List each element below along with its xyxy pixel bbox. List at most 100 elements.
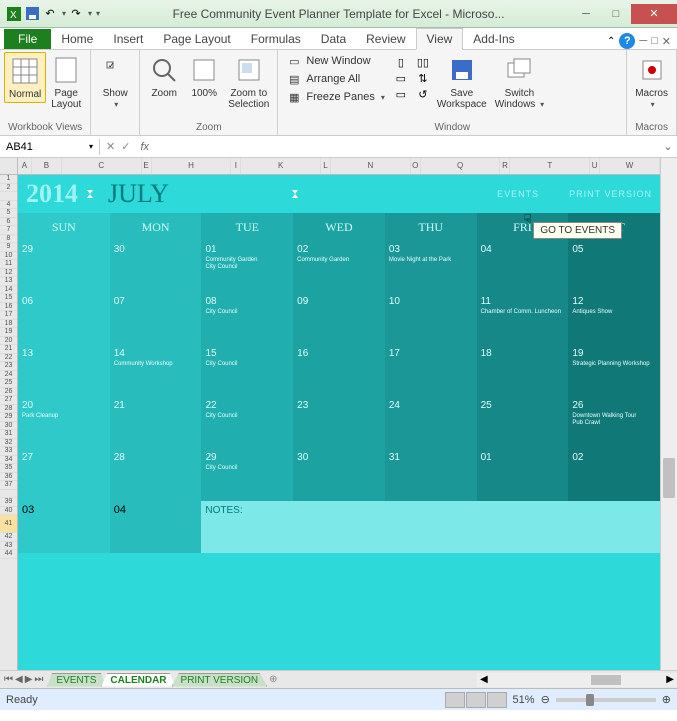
vertical-scrollbar[interactable]: [660, 158, 677, 670]
row-header[interactable]: 2: [0, 184, 17, 193]
row-header[interactable]: 35: [0, 464, 17, 473]
split-icon[interactable]: ▯: [393, 54, 409, 70]
row-header[interactable]: 16: [0, 303, 17, 312]
calendar-cell[interactable]: 28: [110, 449, 202, 501]
calendar-cell[interactable]: 04: [110, 501, 202, 553]
row-header[interactable]: 15: [0, 294, 17, 303]
col-header[interactable]: Q: [421, 158, 501, 174]
calendar-cell[interactable]: 16: [293, 345, 385, 397]
undo-dropdown[interactable]: ▾: [62, 9, 66, 18]
notes-box[interactable]: NOTES:: [201, 501, 660, 553]
calendar-cell[interactable]: 22City Council: [201, 397, 293, 449]
tab-nav-prev[interactable]: ◀: [15, 674, 23, 685]
window-minimize-icon[interactable]: ─: [639, 35, 647, 47]
new-window-button[interactable]: ▭New Window: [282, 52, 389, 70]
tab-nav-next[interactable]: ▶: [25, 674, 33, 685]
calendar-cell[interactable]: 21: [110, 397, 202, 449]
tab-nav-first[interactable]: ⏮: [4, 674, 13, 685]
undo-icon[interactable]: ↶: [42, 6, 58, 22]
col-header[interactable]: B: [32, 158, 62, 174]
row-header[interactable]: 17: [0, 311, 17, 320]
calendar-cell[interactable]: 27: [18, 449, 110, 501]
row-header[interactable]: 44: [0, 550, 17, 559]
col-header[interactable]: R: [500, 158, 510, 174]
zoom-slider[interactable]: [556, 698, 656, 702]
calendar-cell[interactable]: 31: [385, 449, 477, 501]
calendar-cell[interactable]: 08City Council: [201, 293, 293, 345]
row-header[interactable]: 24: [0, 371, 17, 380]
page-layout-button[interactable]: Page Layout: [46, 52, 86, 112]
tab-formulas[interactable]: Formulas: [241, 29, 311, 49]
freeze-panes-button[interactable]: ▦Freeze Panes▾: [282, 88, 389, 106]
row-header[interactable]: 8: [0, 235, 17, 244]
formula-input[interactable]: [153, 139, 659, 155]
row-header[interactable]: 43: [0, 542, 17, 551]
close-button[interactable]: ✕: [631, 4, 677, 24]
tab-home[interactable]: Home: [51, 29, 103, 49]
col-header[interactable]: O: [411, 158, 421, 174]
hide-icon[interactable]: ▭: [393, 70, 409, 86]
calendar-cell[interactable]: 19Strategic Planning Workshop: [568, 345, 660, 397]
row-header[interactable]: 37: [0, 481, 17, 490]
tab-page-layout[interactable]: Page Layout: [153, 29, 240, 49]
calendar-cell[interactable]: 14Community Workshop: [110, 345, 202, 397]
calendar-cell[interactable]: 09: [293, 293, 385, 345]
row-header[interactable]: 1: [0, 175, 17, 184]
calendar-cell[interactable]: 26Downtown Walking TourPub Crawl: [568, 397, 660, 449]
sync-scroll-icon[interactable]: ⇅: [415, 70, 431, 86]
col-header[interactable]: K: [241, 158, 321, 174]
zoom-selection-button[interactable]: Zoom to Selection: [224, 52, 273, 112]
col-header[interactable]: N: [331, 158, 411, 174]
minimize-button[interactable]: ─: [571, 4, 601, 24]
save-workspace-button[interactable]: Save Workspace: [433, 52, 491, 112]
unhide-icon[interactable]: ▭: [393, 86, 409, 102]
col-header[interactable]: C: [62, 158, 142, 174]
row-header[interactable]: 42: [0, 533, 17, 542]
calendar-cell[interactable]: 03Movie Night at the Park: [385, 241, 477, 293]
tab-nav-last[interactable]: ⏭: [34, 674, 43, 685]
calendar-cell[interactable]: 15City Council: [201, 345, 293, 397]
col-header[interactable]: E: [142, 158, 152, 174]
calendar-cell[interactable]: 29: [18, 241, 110, 293]
row-header[interactable]: 4: [0, 201, 17, 210]
calendar-cell[interactable]: 04: [477, 241, 569, 293]
new-sheet-button[interactable]: ⊕: [269, 674, 277, 685]
row-header[interactable]: 28: [0, 405, 17, 414]
sheet-tab-calendar[interactable]: CALENDAR: [101, 673, 175, 687]
redo-dropdown[interactable]: ▾: [88, 9, 92, 18]
arrange-all-button[interactable]: ▤Arrange All: [282, 70, 389, 88]
calendar-cell[interactable]: 01Community GardenCity Council: [201, 241, 293, 293]
row-header[interactable]: 26: [0, 388, 17, 397]
row-header[interactable]: 30: [0, 422, 17, 431]
row-header[interactable]: 10: [0, 252, 17, 261]
calendar-cell[interactable]: 30: [110, 241, 202, 293]
calendar-cell[interactable]: 20Park Cleanup: [18, 397, 110, 449]
enter-formula-icon[interactable]: ✓: [121, 140, 130, 153]
row-header[interactable]: 11: [0, 260, 17, 269]
calendar-cell[interactable]: 05: [568, 241, 660, 293]
row-header[interactable]: 32: [0, 439, 17, 448]
maximize-button[interactable]: □: [601, 4, 631, 24]
normal-view-icon[interactable]: [445, 692, 465, 708]
calendar-cell[interactable]: 02: [568, 449, 660, 501]
calendar-cell[interactable]: 03: [18, 501, 110, 553]
col-header[interactable]: T: [510, 158, 590, 174]
row-header[interactable]: 14: [0, 286, 17, 295]
row-header[interactable]: 31: [0, 430, 17, 439]
show-button[interactable]: ✓ Show▾: [95, 52, 135, 112]
name-box[interactable]: AB41▾: [0, 139, 100, 155]
row-header[interactable]: 33: [0, 447, 17, 456]
tab-add-ins[interactable]: Add-Ins: [463, 29, 524, 49]
fx-icon[interactable]: fx: [136, 141, 153, 153]
row-header[interactable]: 39: [0, 498, 17, 507]
page-layout-view-icon[interactable]: [466, 692, 486, 708]
row-header[interactable]: 19: [0, 328, 17, 337]
file-tab[interactable]: File: [4, 29, 51, 49]
print-version-link[interactable]: PRINT VERSION: [569, 189, 652, 199]
row-header[interactable]: 23: [0, 362, 17, 371]
sheet-tab-print-version[interactable]: PRINT VERSION: [172, 673, 268, 687]
row-header[interactable]: 22: [0, 354, 17, 363]
calendar-cell[interactable]: 11Chamber of Comm. Luncheon: [477, 293, 569, 345]
switch-windows-button[interactable]: Switch Windows ▾: [491, 52, 548, 112]
calendar-cell[interactable]: 02Community Garden: [293, 241, 385, 293]
